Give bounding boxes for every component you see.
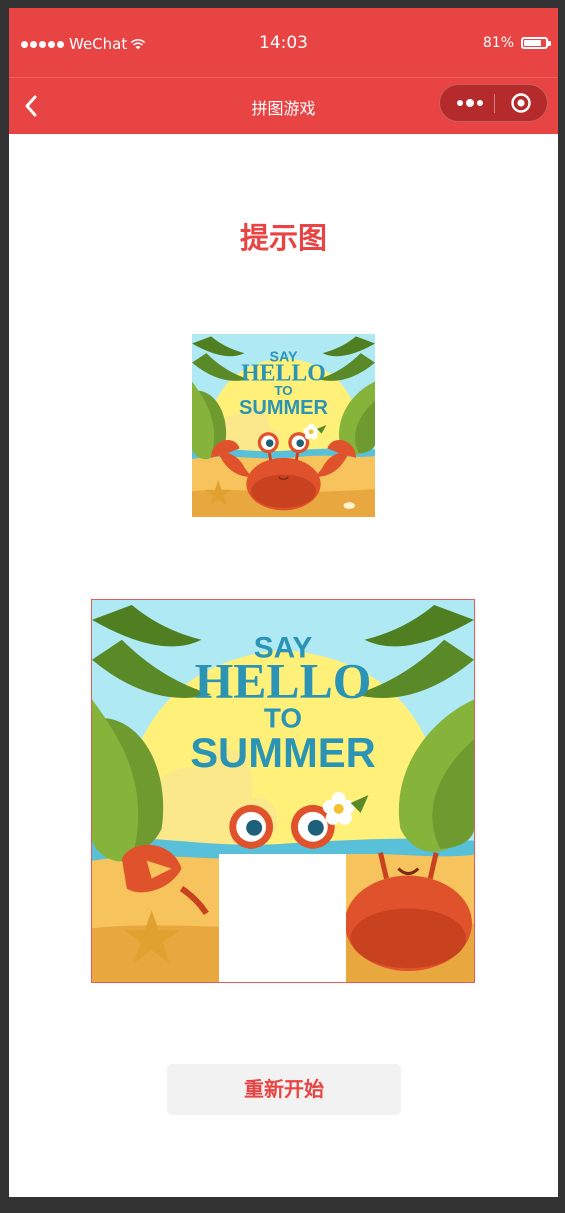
capsule-divider (494, 94, 495, 113)
mini-program-capsule (439, 84, 548, 122)
puzzle-empty-slot[interactable] (219, 854, 346, 982)
hint-heading: 提示图 (239, 221, 327, 255)
hint-image-text-to: TO (274, 383, 292, 398)
puzzle-tile[interactable] (346, 600, 474, 727)
target-circle-icon[interactable] (510, 92, 532, 114)
battery-fill (524, 40, 541, 46)
hint-image-text-summer: SUMMER (239, 397, 328, 419)
status-right: 81% (482, 35, 551, 51)
summer-scene-art: SAY HELLO TO SUMMER (192, 334, 375, 517)
battery-percent: 81% (482, 35, 514, 51)
status-bar: WeChat 14:03 81% (9, 8, 558, 77)
hint-image-art: SAY HELLO TO SUMMER (192, 334, 375, 517)
more-dots-icon[interactable] (448, 85, 492, 121)
phone-screen: WeChat 14:03 81% 拼图游戏 提示图 SAY HELLO TO S… (9, 8, 558, 1197)
puzzle-tile[interactable] (346, 727, 474, 854)
puzzle-tile[interactable] (219, 600, 346, 727)
navigation-bar: 拼图游戏 (9, 77, 558, 134)
battery-icon (521, 37, 551, 49)
hint-image: SAY HELLO TO SUMMER (192, 334, 375, 517)
puzzle-tile[interactable] (92, 854, 219, 982)
puzzle-tile[interactable] (92, 727, 219, 854)
status-time: 14:03 (259, 33, 308, 53)
puzzle-tile[interactable] (92, 600, 219, 727)
restart-button[interactable]: 重新开始 (167, 1064, 401, 1115)
puzzle-tile[interactable] (346, 854, 474, 982)
puzzle-tile[interactable] (219, 727, 346, 854)
puzzle-board: SAY HELLO TO SUMMER (91, 599, 475, 983)
